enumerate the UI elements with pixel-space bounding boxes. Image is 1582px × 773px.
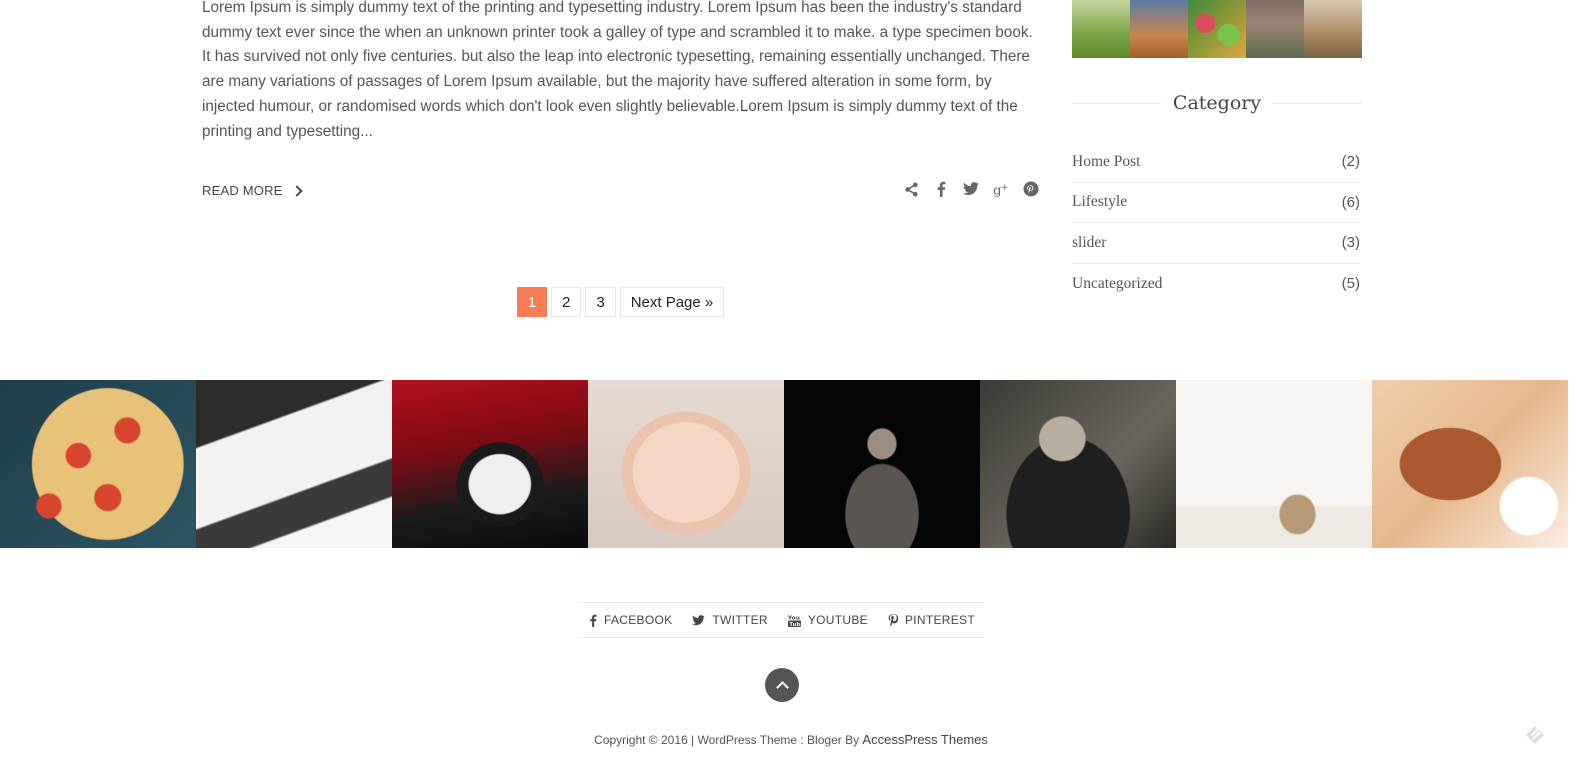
twitter-icon[interactable] xyxy=(963,181,979,197)
pinterest-label: PINTEREST xyxy=(904,613,975,627)
chevron-right-icon xyxy=(290,184,303,197)
svg-text:Tube: Tube xyxy=(789,621,801,626)
gallery-image-man-dark[interactable] xyxy=(784,380,980,548)
pinterest-icon[interactable] xyxy=(1023,181,1039,197)
thumbnail-stones[interactable] xyxy=(1246,0,1304,58)
page-2-link[interactable]: 2 xyxy=(551,287,582,317)
footer-gallery xyxy=(0,380,1582,548)
post-excerpt: Lorem Ipsum is simply dummy text of the … xyxy=(202,0,1033,140)
gallery-image-mask[interactable] xyxy=(392,380,588,548)
category-name[interactable]: Home Post xyxy=(1072,153,1140,171)
thumbnail-fruits[interactable] xyxy=(1188,0,1246,58)
google-plus-icon[interactable]: g + xyxy=(993,181,1009,197)
gallery-image-pizza[interactable] xyxy=(0,380,196,548)
read-more-link[interactable]: READ MORE xyxy=(202,183,303,198)
twitter-label: TWITTER xyxy=(712,613,768,627)
category-item-lifestyle[interactable]: Lifestyle (6) xyxy=(1072,183,1360,223)
pagination: 1 2 3 Next Page » xyxy=(517,287,725,317)
category-item-home-post[interactable]: Home Post (2) xyxy=(1072,142,1360,183)
twitter-icon xyxy=(692,614,706,625)
gallery-image-man-portrait[interactable] xyxy=(980,380,1176,548)
share-icon[interactable] xyxy=(903,181,919,197)
brand-link[interactable]: AccessPress Themes xyxy=(862,732,987,747)
category-count: (3) xyxy=(1341,234,1360,252)
back-to-top-button[interactable] xyxy=(765,668,799,702)
thumbnail-child-feet[interactable] xyxy=(1130,0,1188,58)
youtube-label: YOUTUBE xyxy=(807,613,868,627)
category-count: (5) xyxy=(1341,275,1360,293)
corner-badge-icon[interactable] xyxy=(1522,722,1548,748)
divider xyxy=(1273,102,1363,104)
category-item-slider[interactable]: slider (3) xyxy=(1072,223,1360,264)
category-item-uncategorized[interactable]: Uncategorized (5) xyxy=(1072,264,1360,305)
read-more-label: READ MORE xyxy=(202,183,283,198)
divider xyxy=(1072,102,1161,104)
thumbnail-glasses[interactable] xyxy=(1304,0,1362,58)
copyright: Copyright © 2016 | WordPress Theme : Blo… xyxy=(0,732,1582,747)
copyright-text: Copyright © 2016 | WordPress Theme : Blo… xyxy=(594,733,860,747)
page-1-current: 1 xyxy=(517,287,547,317)
category-widget-header: Category xyxy=(1072,88,1363,118)
category-list: Home Post (2) Lifestyle (6) slider (3) U… xyxy=(1072,142,1360,304)
page-3-link[interactable]: 3 xyxy=(585,287,616,317)
gallery-image-laptop[interactable] xyxy=(196,380,392,548)
youtube-icon: YouTube xyxy=(787,615,801,627)
facebook-icon xyxy=(590,614,597,627)
next-page-link[interactable]: Next Page » xyxy=(619,287,725,317)
category-count: (6) xyxy=(1341,193,1360,211)
pinterest-icon xyxy=(888,613,898,627)
facebook-label: FACEBOOK xyxy=(604,613,673,627)
category-name[interactable]: Uncategorized xyxy=(1072,275,1162,293)
category-count: (2) xyxy=(1341,153,1360,171)
footer-social-bar: FACEBOOK TWITTER YouTube YOUTUBE PINTERE… xyxy=(580,602,984,638)
sidebar-thumbnail-strip xyxy=(1072,0,1362,58)
svg-text:+: + xyxy=(1001,183,1008,193)
gallery-image-bag[interactable] xyxy=(1372,380,1568,548)
facebook-link[interactable]: FACEBOOK xyxy=(589,613,672,627)
twitter-link[interactable]: TWITTER xyxy=(692,613,768,627)
category-title: Category xyxy=(1172,92,1262,114)
chevron-up-icon xyxy=(775,680,789,694)
youtube-link[interactable]: YouTube YOUTUBE xyxy=(787,613,868,627)
pinterest-link[interactable]: PINTEREST xyxy=(888,613,975,627)
facebook-icon[interactable] xyxy=(933,181,949,197)
gallery-image-desk[interactable] xyxy=(1176,380,1372,548)
thumbnail-baby-grass[interactable] xyxy=(1072,0,1130,58)
category-name[interactable]: Lifestyle xyxy=(1072,193,1127,211)
share-icons: g + xyxy=(903,181,1039,197)
category-name[interactable]: slider xyxy=(1072,234,1106,252)
gallery-image-baby[interactable] xyxy=(588,380,784,548)
